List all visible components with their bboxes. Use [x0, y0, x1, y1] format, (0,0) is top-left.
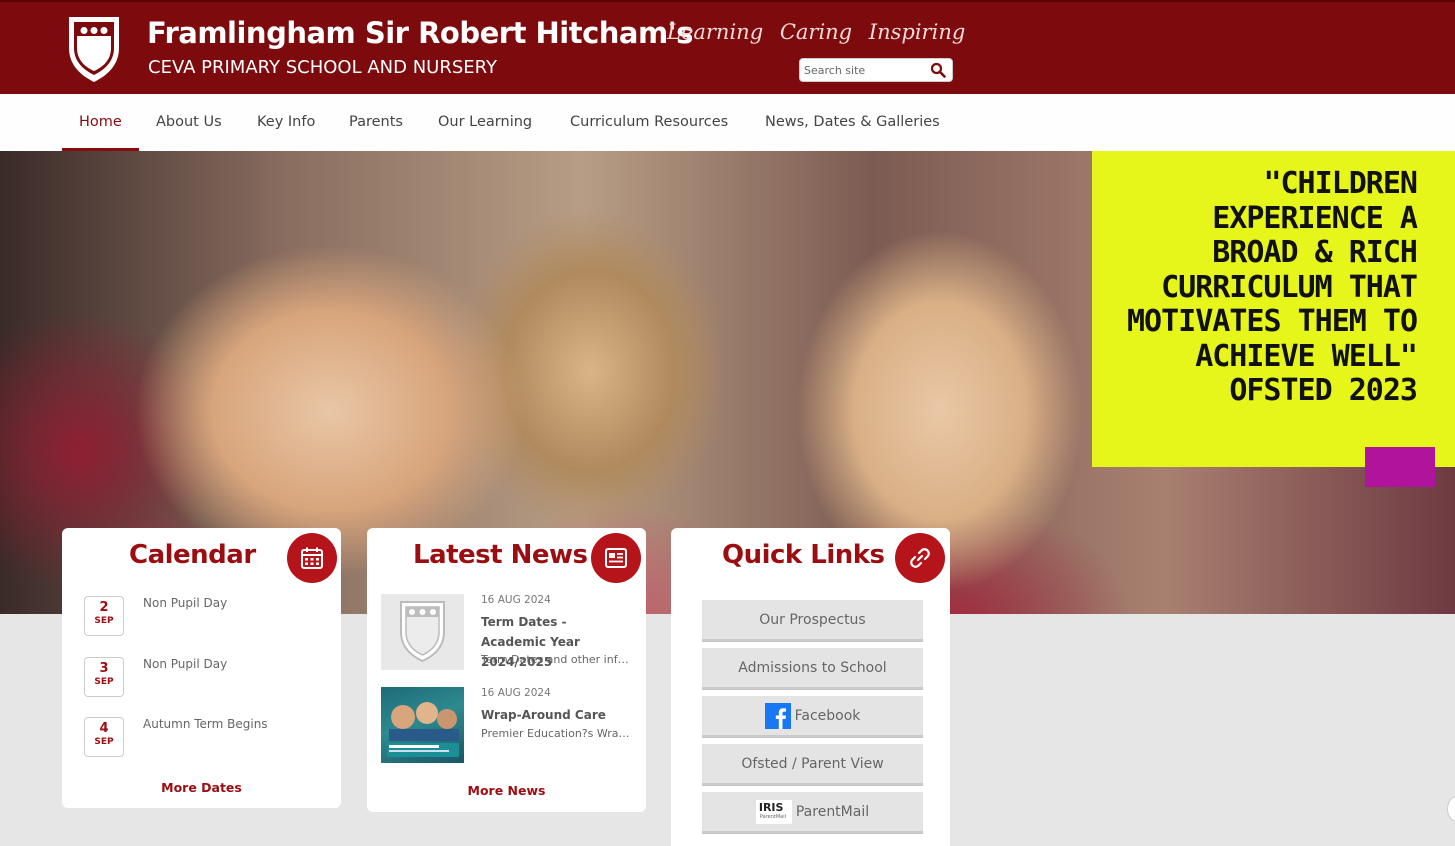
main-navigation: Home About Us Key Info Parents Our Learn… [0, 94, 1455, 151]
ofsted-quote-panel: "CHILDREN EXPERIENCE A BROAD & RICH CURR… [1092, 151, 1455, 467]
news-date: 16 AUG 2024 [481, 687, 551, 699]
search-box [799, 58, 953, 82]
iris-parentmail-icon: IRIS ParentMail [755, 800, 792, 824]
event-title[interactable]: Non Pupil Day [143, 657, 227, 671]
news-item[interactable]: 16 AUG 2024 Wrap-Around Care Premier Edu… [381, 687, 636, 765]
calendar-title: Calendar [129, 540, 256, 570]
site-header: Framlingham Sir Robert Hitcham's CEVA PR… [0, 0, 1455, 94]
nav-item-curriculum-resources[interactable]: Curriculum Resources [553, 94, 745, 151]
quick-link-parentmail[interactable]: IRIS ParentMail ParentMail [702, 792, 923, 834]
more-dates-link[interactable]: More Dates [62, 780, 341, 795]
calendar-event[interactable]: 3 SEP Non Pupil Day [84, 657, 314, 699]
quick-link-facebook[interactable]: Facebook [702, 696, 923, 738]
news-date: 16 AUG 2024 [481, 594, 551, 606]
nav-item-key-info[interactable]: Key Info [240, 94, 332, 151]
calendar-event[interactable]: 4 SEP Autumn Term Begins [84, 717, 314, 759]
news-thumbnail-photo[interactable] [381, 687, 464, 763]
event-date-badge: 2 SEP [84, 596, 124, 636]
calendar-event[interactable]: 2 SEP Non Pupil Day [84, 596, 314, 638]
school-crest-logo[interactable] [66, 14, 122, 84]
event-date-badge: 3 SEP [84, 657, 124, 697]
more-news-link[interactable]: More News [367, 783, 646, 798]
ofsted-quote-text: "CHILDREN EXPERIENCE A BROAD & RICH CURR… [1126, 166, 1418, 408]
news-excerpt: Term Dates and other infor... [481, 653, 631, 666]
news-excerpt: Premier Education?s Wrap-... [481, 727, 631, 740]
nav-item-news-dates-galleries[interactable]: News, Dates & Galleries [748, 94, 957, 151]
quick-links-title: Quick Links [722, 540, 885, 570]
latest-news-card: Latest News 16 AUG 2024 Term Dates - Aca… [367, 528, 646, 812]
search-input[interactable] [804, 61, 924, 79]
event-date-badge: 4 SEP [84, 717, 124, 757]
news-title[interactable]: Wrap-Around Care [481, 705, 631, 725]
quick-links-card: Quick Links Our Prospectus Admissions to… [671, 528, 950, 846]
school-motto: Learning Caring Inspiring [667, 20, 966, 44]
quick-link-admissions[interactable]: Admissions to School [702, 648, 923, 690]
nav-item-about-us[interactable]: About Us [139, 94, 239, 151]
link-icon[interactable] [895, 533, 945, 583]
calendar-icon[interactable] [287, 533, 337, 583]
facebook-icon [764, 703, 791, 729]
school-name[interactable]: Framlingham Sir Robert Hitcham's [147, 16, 693, 50]
decorative-tab [1365, 447, 1435, 487]
event-title[interactable]: Autumn Term Begins [143, 717, 268, 731]
nav-item-parents[interactable]: Parents [332, 94, 420, 151]
news-thumbnail-crest[interactable] [381, 594, 464, 670]
quick-link-ofsted[interactable]: Ofsted / Parent View [702, 744, 923, 786]
newspaper-icon[interactable] [591, 533, 641, 583]
nav-item-our-learning[interactable]: Our Learning [421, 94, 549, 151]
nav-item-home[interactable]: Home [62, 94, 139, 151]
calendar-card: Calendar 2 SEP Non Pupil Day 3 SEP Non P… [62, 528, 341, 808]
quick-link-prospectus[interactable]: Our Prospectus [702, 600, 923, 642]
latest-news-title: Latest News [413, 540, 588, 570]
search-icon[interactable] [930, 62, 946, 78]
event-title[interactable]: Non Pupil Day [143, 596, 227, 610]
scroll-to-top-button[interactable] [1447, 796, 1455, 822]
school-subtitle: CEVA PRIMARY SCHOOL AND NURSERY [148, 57, 497, 78]
news-item[interactable]: 16 AUG 2024 Term Dates - Academic Year 2… [381, 594, 636, 672]
